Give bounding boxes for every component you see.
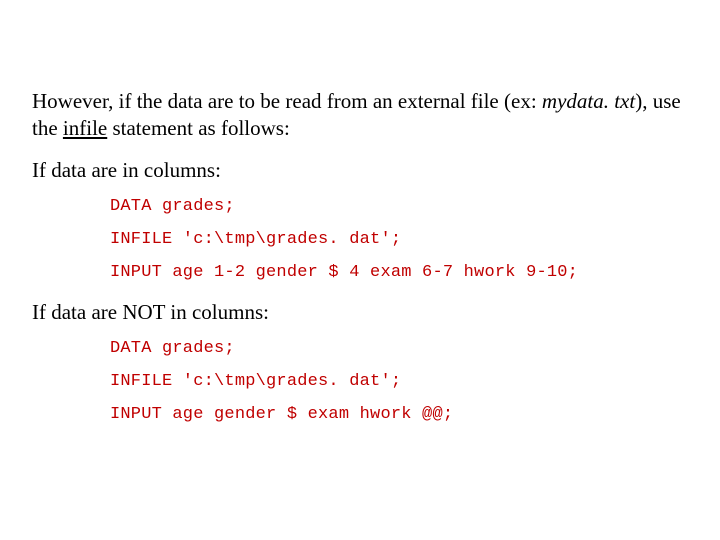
intro-keyword: infile [63, 116, 107, 140]
intro-paragraph: However, if the data are to be read from… [32, 88, 688, 142]
code-block-2: DATA grades; INFILE 'c:\tmp\grades. dat'… [110, 339, 688, 424]
code-line: DATA grades; [110, 197, 688, 216]
intro-text-1: However, if the data are to be read from… [32, 89, 542, 113]
section-2-heading: If data are NOT in columns: [32, 300, 688, 325]
slide-content: However, if the data are to be read from… [0, 0, 720, 424]
intro-filename: mydata. txt [542, 89, 635, 113]
intro-text-3: statement as follows: [107, 116, 290, 140]
code-line: INFILE 'c:\tmp\grades. dat'; [110, 230, 688, 249]
code-block-1: DATA grades; INFILE 'c:\tmp\grades. dat'… [110, 197, 688, 282]
code-line: INPUT age 1-2 gender $ 4 exam 6-7 hwork … [110, 263, 688, 282]
code-line: INFILE 'c:\tmp\grades. dat'; [110, 372, 688, 391]
section-1-heading: If data are in columns: [32, 158, 688, 183]
code-line: DATA grades; [110, 339, 688, 358]
code-line: INPUT age gender $ exam hwork @@; [110, 405, 688, 424]
